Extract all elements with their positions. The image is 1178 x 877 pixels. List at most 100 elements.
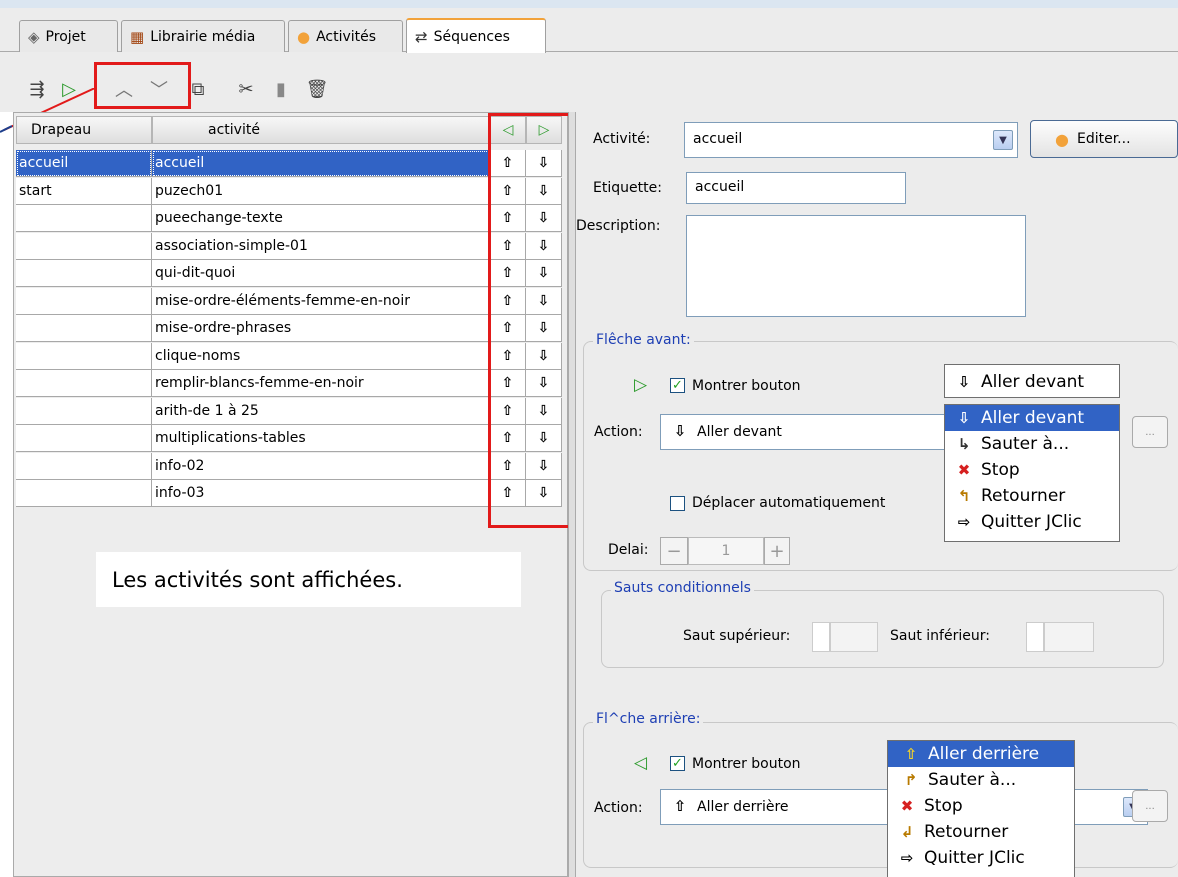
menu-item-label: Aller devant (981, 408, 1085, 428)
flag-cell[interactable] (16, 232, 152, 260)
table-row[interactable]: mise-ordre-éléments-femme-en-noir ⇧ ⇩ (16, 287, 562, 315)
delay-increment-button[interactable]: + (764, 537, 790, 565)
menu-item-aller-devant[interactable]: ⇩ Aller devant (945, 405, 1119, 431)
delete-icon[interactable]: 🗑 (304, 76, 330, 102)
forward-more-button[interactable]: ... (1132, 416, 1168, 448)
activity-cell[interactable]: remplir-blancs-femme-en-noir (152, 370, 490, 397)
tab-sequences[interactable]: ⇄ Séquences (406, 18, 546, 53)
backward-show-button-label: Montrer bouton (692, 756, 801, 772)
menu-item-label: Sauter à... (981, 434, 1070, 454)
table-row[interactable]: remplir-blancs-femme-en-noir ⇧ ⇩ (16, 370, 562, 397)
chevron-down-icon[interactable]: ▼ (993, 130, 1013, 150)
menu-item-sauter[interactable]: ↳ Sauter à... (945, 431, 1119, 457)
menu-item-quitter[interactable]: ⇨ Quitter JClic (888, 845, 1074, 871)
tab-label: Activités (316, 28, 377, 45)
tag-input-value: accueil (695, 179, 745, 195)
backward-action-menu: ⇧ Aller derrière ↱ Sauter à... ✖ Stop ↲ … (887, 740, 1075, 877)
menu-item-label: Quitter JClic (981, 512, 1082, 532)
activity-cell[interactable]: info-02 (152, 452, 490, 480)
dropdown-current-label: Aller devant (981, 372, 1085, 392)
activity-cell[interactable]: mise-ordre-phrases (152, 315, 490, 342)
flag-cell[interactable] (16, 205, 152, 232)
flag-cell[interactable] (16, 370, 152, 397)
table-row[interactable]: clique-noms ⇧ ⇩ (16, 342, 562, 370)
media-library-icon: ▦ (130, 27, 145, 46)
flag-cell[interactable]: accueil (16, 150, 152, 177)
edit-button[interactable]: ● Editer... (1030, 120, 1178, 158)
column-header-drapeau[interactable]: Drapeau (16, 116, 152, 144)
tag-input[interactable]: accueil (686, 172, 906, 204)
forward-dropdown-current[interactable]: ⇩ Aller devant (944, 364, 1120, 398)
flag-cell[interactable] (16, 287, 152, 315)
forward-play-icon: ▷ (634, 375, 648, 395)
table-row[interactable]: info-03 ⇧ ⇩ (16, 480, 562, 507)
arrow-down-icon: ⇩ (957, 373, 971, 391)
tab-projet[interactable]: ◈ Projet (19, 20, 118, 52)
backward-show-button-checkbox[interactable]: ✓ (670, 756, 685, 771)
menu-item-quitter[interactable]: ⇨ Quitter JClic (945, 509, 1119, 535)
activity-cell[interactable]: pueechange-texte (152, 205, 490, 232)
table-row[interactable]: info-02 ⇧ ⇩ (16, 452, 562, 480)
table-row[interactable]: mise-ordre-phrases ⇧ ⇩ (16, 315, 562, 342)
activity-cell[interactable]: qui-dit-quoi (152, 260, 490, 287)
activity-label: Activité: (593, 131, 651, 147)
exit-icon: ⇨ (957, 513, 971, 531)
activity-cell[interactable]: accueil (152, 150, 490, 177)
info-message: Les activités sont affichées. (96, 552, 521, 607)
paste-icon[interactable]: ▮ (268, 76, 294, 102)
column-header-activite[interactable]: activité (152, 116, 490, 144)
forward-action-select[interactable]: ⇩ Aller devant (660, 414, 952, 450)
flag-cell[interactable]: start (16, 177, 152, 205)
activity-cell[interactable]: info-03 (152, 480, 490, 507)
tab-activites[interactable]: ● Activités (288, 20, 403, 52)
flag-cell[interactable] (16, 397, 152, 425)
forward-show-button-checkbox[interactable]: ✓ (670, 378, 685, 393)
auto-move-checkbox[interactable] (670, 496, 685, 511)
table-row[interactable]: association-simple-01 ⇧ ⇩ (16, 232, 562, 260)
activity-select[interactable]: accueil ▼ (684, 122, 1018, 158)
flag-cell[interactable] (16, 480, 152, 507)
arrow-down-icon: ⇩ (673, 422, 687, 440)
menu-item-retourner[interactable]: ↰ Retourner (945, 483, 1119, 509)
table-row[interactable]: start puzech01 ⇧ ⇩ (16, 177, 562, 205)
auto-move-label: Déplacer automatiquement (692, 495, 886, 511)
activity-cell[interactable]: multiplications-tables (152, 425, 490, 452)
flag-cell[interactable] (16, 425, 152, 452)
menu-item-stop[interactable]: ✖ Stop (945, 457, 1119, 483)
backward-action-label: Action: (594, 800, 643, 816)
flag-cell[interactable] (16, 260, 152, 287)
tag-label: Etiquette: (593, 180, 662, 196)
tab-librairie-media[interactable]: ▦ Librairie média (121, 20, 285, 52)
tab-label: Projet (45, 28, 86, 45)
activity-cell[interactable]: association-simple-01 (152, 232, 490, 260)
table-row[interactable]: qui-dit-quoi ⇧ ⇩ (16, 260, 562, 287)
table-row[interactable]: arith-de 1 à 25 ⇧ ⇩ (16, 397, 562, 425)
menu-item-retourner[interactable]: ↲ Retourner (888, 819, 1074, 845)
activity-cell[interactable]: arith-de 1 à 25 (152, 397, 490, 425)
menu-item-stop[interactable]: ✖ Stop (888, 793, 1074, 819)
activity-cell[interactable]: puzech01 (152, 177, 490, 205)
flag-cell[interactable] (16, 452, 152, 480)
flag-cell[interactable] (16, 315, 152, 342)
cut-icon[interactable]: ✂ (233, 76, 259, 102)
lower-jump-toggle[interactable] (1026, 622, 1044, 652)
table-row[interactable]: multiplications-tables ⇧ ⇩ (16, 425, 562, 452)
activity-cell[interactable]: mise-ordre-éléments-femme-en-noir (152, 287, 490, 315)
activity-cell[interactable]: clique-noms (152, 342, 490, 370)
lower-jump-field[interactable] (1044, 622, 1094, 652)
table-row[interactable]: accueil accueil ⇧ ⇩ (16, 150, 562, 177)
upper-jump-toggle[interactable] (812, 622, 830, 652)
table-row[interactable]: pueechange-texte ⇧ ⇩ (16, 205, 562, 232)
menu-item-aller-derriere[interactable]: ⇧ Aller derrière (888, 741, 1074, 767)
delay-decrement-button[interactable]: − (660, 537, 688, 565)
flag-cell[interactable] (16, 342, 152, 370)
menu-item-sauter[interactable]: ↱ Sauter à... (888, 767, 1074, 793)
panel-splitter[interactable] (568, 112, 576, 877)
delay-input[interactable]: 1 (688, 537, 764, 565)
return-icon: ↰ (957, 487, 971, 505)
project-icon: ◈ (28, 27, 40, 46)
upper-jump-field[interactable] (830, 622, 878, 652)
description-textarea[interactable] (686, 215, 1026, 317)
top-band (0, 0, 1178, 8)
backward-more-button[interactable]: ... (1132, 790, 1168, 822)
